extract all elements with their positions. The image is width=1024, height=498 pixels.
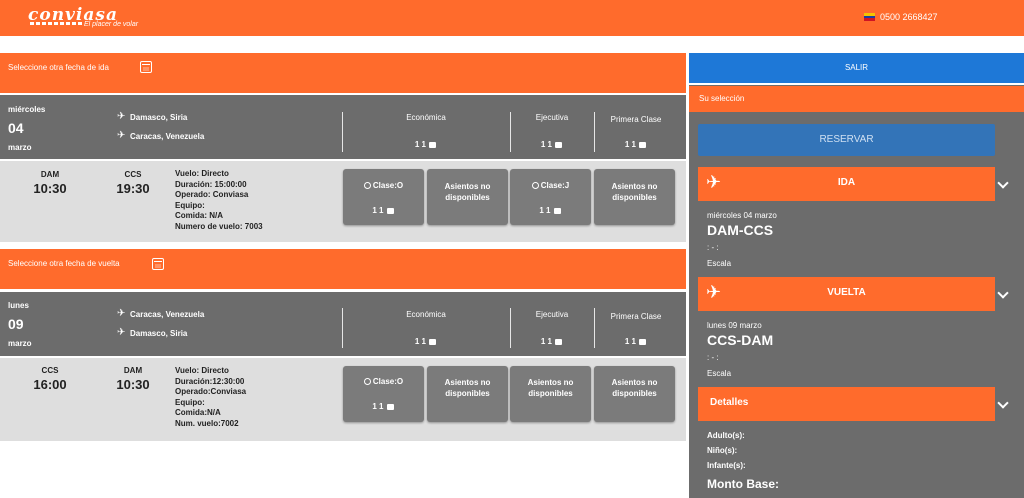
fare-unavailable: Asientos no disponibles (427, 366, 508, 422)
briefcase-icon (639, 338, 647, 345)
return-origin-city: Caracas, Venezuela (130, 310, 205, 319)
ida-escala: Escala (707, 259, 732, 268)
ida-time: : - : (707, 243, 719, 252)
briefcase-icon (386, 403, 394, 410)
return-to-time: 10:30 (116, 377, 150, 392)
fare-unavailable: Asientos no disponibles (594, 366, 675, 422)
seat-count: 1 1 (510, 337, 594, 346)
return-from-time: 16:00 (33, 377, 67, 392)
briefcase-icon (555, 141, 563, 148)
briefcase-icon (639, 141, 647, 148)
class-header-ejecutiva: Ejecutiva (535, 310, 569, 319)
return-date-bar (0, 249, 686, 289)
radio-icon[interactable] (531, 182, 539, 189)
seat-count: 1 1 (594, 337, 678, 346)
class-header-primera: Primera Clase (610, 115, 662, 124)
outbound-dest-city: Caracas, Venezuela (130, 132, 205, 141)
vuelta-title: VUELTA (827, 287, 866, 298)
landing-icon: ✈ (117, 327, 126, 338)
vuelta-time: : - : (707, 353, 719, 362)
monto-base-label: Monto Base: (707, 477, 779, 491)
return-weekday: lunes (8, 301, 29, 310)
return-month: marzo (8, 339, 32, 348)
class-header-economica: Económica (406, 113, 446, 122)
return-date-label: Seleccione otra fecha de vuelta (8, 259, 120, 268)
seat-count: 1 1 (342, 140, 510, 149)
return-to-code: DAM (123, 366, 143, 375)
ida-route: DAM-CCS (707, 222, 774, 238)
brand-slogan: El placer de volar (84, 21, 139, 28)
calendar-icon[interactable] (140, 61, 152, 73)
class-header-economica: Económica (406, 310, 446, 319)
children-label: Niño(s): (707, 446, 738, 455)
radio-icon[interactable] (363, 378, 371, 385)
fare-unavailable: Asientos no disponibles (427, 169, 508, 225)
infants-label: Infante(s): (707, 461, 746, 470)
outbound-from-time: 10:30 (33, 181, 67, 196)
ida-date: miércoles 04 marzo (707, 211, 777, 220)
landing-icon: ✈ (117, 130, 126, 141)
return-dest-city: Damasco, Siria (130, 329, 188, 338)
fare-option-clase-j[interactable]: Clase:J 1 1 (510, 169, 591, 225)
fare-option-clase-o[interactable]: Clase:O 1 1 (343, 366, 424, 422)
return-day: 09 (8, 316, 24, 332)
reservar-button[interactable]: RESERVAR (698, 124, 995, 156)
ida-title: IDA (837, 177, 856, 188)
class-header-ejecutiva: Ejecutiva (535, 113, 569, 122)
phone-number: 0500 2668427 (880, 12, 938, 22)
logo-stripe (30, 22, 82, 25)
vuelta-escala: Escala (707, 369, 732, 378)
briefcase-icon (555, 338, 563, 345)
calendar-icon[interactable] (152, 258, 164, 270)
vuelta-route: CCS-DAM (707, 332, 774, 348)
venezuela-flag-icon (864, 13, 875, 21)
class-header-primera: Primera Clase (610, 312, 662, 321)
takeoff-icon: ✈ (117, 308, 126, 319)
outbound-month: marzo (8, 143, 32, 152)
radio-icon[interactable] (363, 182, 371, 189)
briefcase-icon (553, 207, 561, 214)
seat-count: 1 1 (510, 140, 594, 149)
detalles-title: Detalles (710, 397, 749, 408)
outbound-day: 04 (8, 120, 24, 136)
return-flight-details: Vuelo: Directo Duración:12:30:00 Operado:C… (175, 366, 247, 428)
outbound-from-code: DAM (40, 170, 60, 179)
outbound-origin-city: Damasco, Siria (130, 113, 188, 122)
fare-unavailable: Asientos no disponibles (594, 169, 675, 225)
briefcase-icon (386, 207, 394, 214)
selection-header: Su selección (689, 86, 1024, 112)
outbound-to-time: 19:30 (116, 181, 150, 196)
outbound-flight-details: Vuelo: Directo Duración: 15:00:00 Operado:… (175, 169, 263, 231)
takeoff-icon: ✈ (117, 111, 126, 122)
return-from-code: CCS (41, 366, 59, 375)
briefcase-icon (429, 141, 437, 148)
outbound-weekday: miércoles (8, 105, 46, 114)
return-flight-header (0, 292, 686, 356)
seat-count: 1 1 (342, 337, 510, 346)
outbound-to-code: CCS (124, 170, 142, 179)
fare-unavailable: Asientos no disponibles (510, 366, 591, 422)
outbound-date-bar (0, 53, 686, 93)
briefcase-icon (429, 338, 437, 345)
fare-option-clase-o[interactable]: Clase:O 1 1 (343, 169, 424, 225)
vuelta-date: lunes 09 marzo (707, 321, 762, 330)
salir-button[interactable]: SALIR (689, 53, 1024, 83)
outbound-flight-header (0, 95, 686, 159)
outbound-date-label: Seleccione otra fecha de ida (8, 63, 109, 72)
seat-count: 1 1 (594, 140, 678, 149)
adults-label: Adulto(s): (707, 431, 745, 440)
